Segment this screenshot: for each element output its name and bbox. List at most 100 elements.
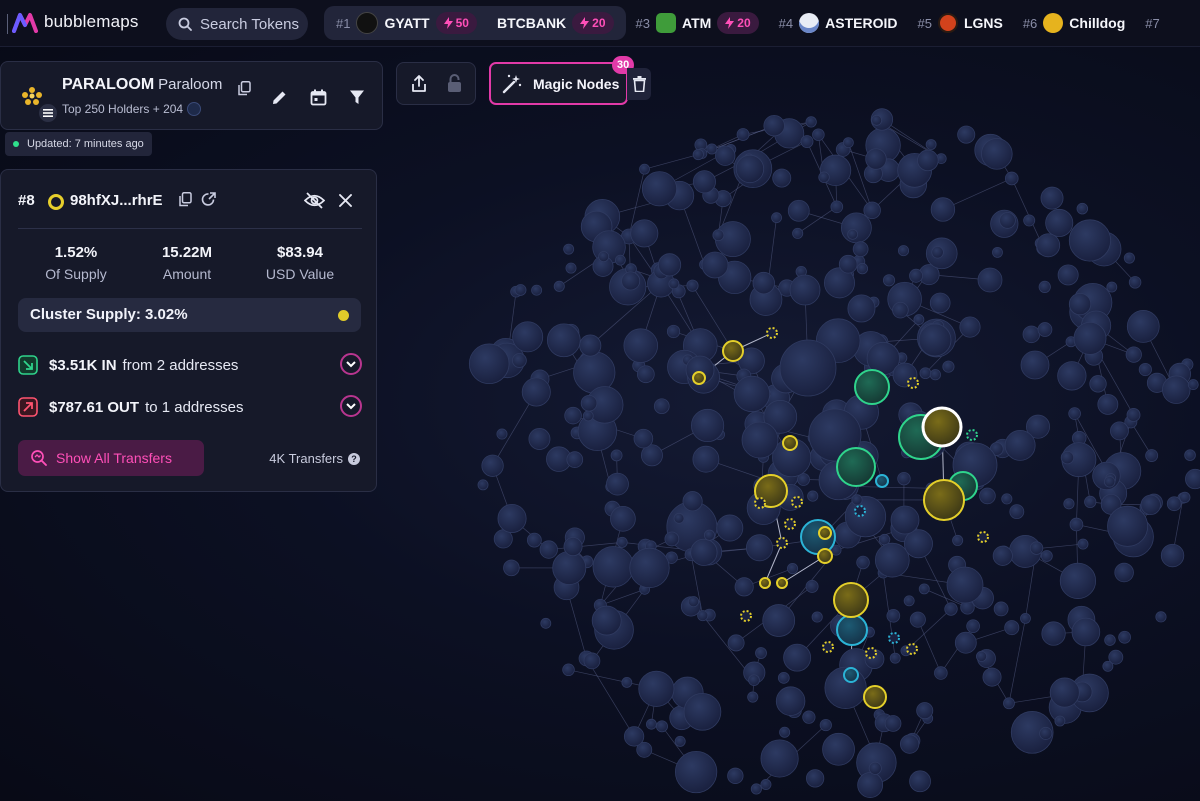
ticker-item-atm[interactable]: #3 ATM 20: [626, 6, 769, 40]
copy-address-icon[interactable]: [179, 192, 192, 207]
ticker-item-7[interactable]: #7: [1135, 6, 1169, 40]
wallet-bubble[interactable]: [610, 449, 623, 462]
wallet-bubble[interactable]: [745, 534, 773, 562]
wallet-bubble[interactable]: [673, 512, 685, 524]
wallet-bubble[interactable]: [716, 514, 744, 542]
wallet-bubble[interactable]: [892, 301, 909, 319]
cluster-wallet-bubble[interactable]: [843, 667, 859, 683]
wallet-bubble[interactable]: [1138, 362, 1152, 377]
wallet-bubble[interactable]: [1003, 697, 1015, 710]
wallet-bubble[interactable]: [811, 611, 823, 623]
wallet-bubble[interactable]: [916, 702, 934, 720]
wallet-bubble[interactable]: [1004, 429, 1036, 461]
wallet-bubble[interactable]: [856, 262, 869, 275]
ticker-item-asteroid[interactable]: #4 ASTEROID: [769, 6, 908, 40]
contract-bubble[interactable]: [766, 327, 778, 339]
wallet-bubble[interactable]: [772, 168, 792, 188]
wallet-bubble[interactable]: [822, 732, 855, 766]
wallet-bubble[interactable]: [646, 718, 657, 730]
wallet-bubble[interactable]: [942, 360, 955, 373]
wallet-bubble[interactable]: [763, 114, 785, 137]
wallet-bubble[interactable]: [496, 428, 508, 440]
help-icon[interactable]: ?: [348, 452, 360, 465]
wallet-bubble[interactable]: [946, 566, 984, 604]
wallet-bubble[interactable]: [712, 229, 725, 242]
wallet-bubble[interactable]: [653, 398, 670, 415]
wallet-bubble[interactable]: [1128, 276, 1142, 289]
wallet-bubble[interactable]: [925, 139, 937, 150]
wallet-bubble[interactable]: [930, 197, 956, 222]
wallet-bubble[interactable]: [966, 619, 980, 633]
wallet-bubble[interactable]: [1155, 611, 1167, 623]
wallet-bubble[interactable]: [512, 321, 544, 353]
wallet-bubble[interactable]: [540, 617, 552, 629]
wallet-bubble[interactable]: [775, 686, 806, 716]
wallet-bubble[interactable]: [842, 137, 854, 149]
close-icon[interactable]: [339, 194, 352, 207]
wallet-bubble[interactable]: [979, 487, 996, 505]
wallet-bubble[interactable]: [1184, 449, 1196, 461]
wallet-bubble[interactable]: [682, 491, 703, 512]
wallet-bubble[interactable]: [1068, 292, 1092, 316]
wallet-bubble[interactable]: [819, 719, 832, 732]
wallet-bubble[interactable]: [655, 720, 668, 733]
wallet-bubble[interactable]: [1160, 543, 1185, 568]
wallet-bubble[interactable]: [868, 761, 882, 775]
wallet-bubble[interactable]: [564, 406, 582, 425]
wallet-bubble[interactable]: [690, 408, 725, 443]
wallet-bubble[interactable]: [844, 496, 887, 538]
contract-bubble[interactable]: [784, 518, 796, 530]
wallet-bubble[interactable]: [521, 377, 551, 407]
wallet-bubble[interactable]: [1020, 350, 1050, 380]
inflow-row[interactable]: $3.51K IN from 2 addresses: [18, 353, 362, 379]
wallet-bubble[interactable]: [909, 770, 931, 793]
wallet-bubble[interactable]: [736, 128, 750, 141]
wallet-bubble[interactable]: [802, 710, 816, 724]
wallet-bubble[interactable]: [909, 268, 923, 283]
wallet-bubble[interactable]: [748, 674, 760, 686]
wallet-bubble[interactable]: [918, 323, 952, 357]
wallet-bubble[interactable]: [929, 369, 941, 381]
wallet-bubble[interactable]: [890, 505, 920, 535]
wallet-bubble[interactable]: [1118, 630, 1131, 644]
copy-icon[interactable]: [238, 81, 251, 96]
wallet-bubble[interactable]: [752, 271, 775, 295]
wallet-bubble[interactable]: [852, 241, 869, 258]
ticker-item-btcbank[interactable]: BTCBANK 20: [486, 6, 626, 40]
wallet-bubble[interactable]: [959, 316, 981, 338]
wallet-bubble[interactable]: [1107, 505, 1149, 547]
wallet-bubble[interactable]: [1126, 408, 1141, 422]
wallet-bubble[interactable]: [771, 212, 782, 224]
wallet-bubble[interactable]: [1071, 617, 1101, 647]
expand-outflow-button[interactable]: [340, 395, 362, 417]
wallet-bubble[interactable]: [503, 559, 520, 577]
wallet-bubble[interactable]: [899, 734, 920, 754]
wallet-bubble[interactable]: [658, 253, 682, 277]
time-travel-button[interactable]: [307, 86, 329, 108]
wallet-bubble[interactable]: [779, 339, 837, 397]
contract-bubble[interactable]: [966, 429, 978, 441]
wallet-bubble[interactable]: [1041, 621, 1066, 646]
wallet-bubble[interactable]: [497, 503, 527, 533]
wallet-bubble[interactable]: [762, 604, 796, 637]
wallet-bubble[interactable]: [633, 428, 654, 449]
wallet-bubble[interactable]: [750, 783, 762, 795]
wallet-bubble[interactable]: [629, 547, 670, 589]
wallet-bubble[interactable]: [552, 550, 587, 585]
wallet-bubble[interactable]: [1004, 620, 1020, 636]
wallet-bubble[interactable]: [1020, 612, 1031, 624]
wallet-bubble[interactable]: [934, 666, 948, 680]
wallet-bubble[interactable]: [789, 274, 821, 306]
wallet-bubble[interactable]: [623, 726, 645, 747]
wallet-bubble[interactable]: [641, 171, 677, 207]
wallet-bubble[interactable]: [583, 652, 601, 670]
wallet-bubble[interactable]: [805, 116, 817, 128]
wallet-bubble[interactable]: [882, 274, 896, 287]
lock-icon[interactable]: [447, 74, 462, 93]
wallet-bubble[interactable]: [931, 246, 944, 259]
wallet-bubble[interactable]: [580, 394, 598, 412]
wallet-bubble[interactable]: [903, 595, 915, 607]
wallet-bubble[interactable]: [992, 246, 1003, 258]
selected-wallet-bubble[interactable]: [921, 406, 963, 448]
wallet-bubble[interactable]: [1104, 634, 1116, 646]
